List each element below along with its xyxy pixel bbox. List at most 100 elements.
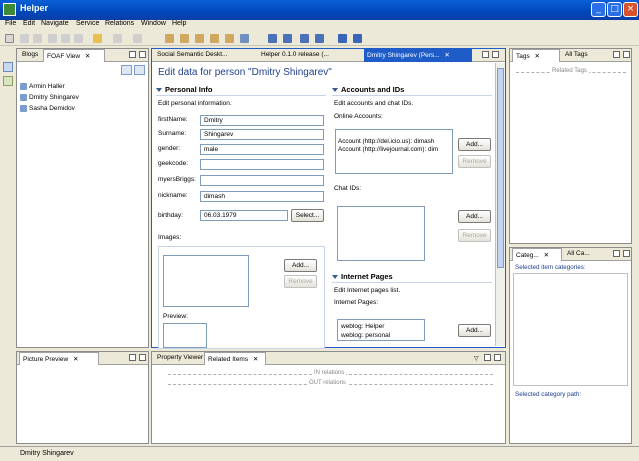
list-item[interactable]: weblog: personal — [341, 332, 390, 339]
minimize-icon[interactable] — [129, 51, 136, 58]
tab-all-categories[interactable]: All Ca... — [564, 248, 602, 261]
close-icon[interactable]: ✕ — [85, 53, 90, 60]
gender-field[interactable]: male — [200, 144, 324, 155]
tab-related-items[interactable]: Related Items ✕ — [204, 352, 266, 365]
tab-foaf-view[interactable]: FOAF View ✕ — [43, 49, 105, 62]
images-list[interactable] — [163, 255, 249, 307]
online-accounts-add-button[interactable]: Add... — [458, 138, 491, 151]
maximize-icon[interactable] — [139, 354, 146, 361]
list-item[interactable]: weblog: Helper — [341, 323, 384, 330]
tab-tags[interactable]: Tags ✕ — [512, 49, 560, 62]
menu-relations[interactable]: Relations — [105, 20, 134, 27]
cut-icon[interactable] — [48, 34, 57, 43]
tag-edit-icon[interactable] — [195, 34, 204, 43]
tag-remove-icon[interactable] — [210, 34, 219, 43]
save-icon[interactable] — [20, 34, 29, 43]
menu-service[interactable]: Service — [76, 20, 99, 27]
relation-view-icon[interactable] — [315, 34, 324, 43]
chat-ids-remove-button[interactable]: Remove — [458, 229, 491, 242]
maximize-button[interactable]: □ — [607, 2, 622, 17]
scrollbar-thumb[interactable] — [497, 68, 504, 268]
forward-icon[interactable] — [113, 34, 122, 43]
close-icon[interactable]: ✕ — [444, 52, 449, 59]
tab-blogs[interactable]: Blogs — [19, 49, 43, 62]
minimize-icon[interactable] — [613, 51, 620, 58]
perspective-icon[interactable] — [3, 62, 13, 72]
network-icon[interactable] — [353, 34, 362, 43]
save-all-icon[interactable] — [33, 34, 42, 43]
category-icon[interactable] — [240, 34, 249, 43]
tab-categories[interactable]: Categ... ✕ — [512, 248, 562, 261]
maximize-icon[interactable] — [494, 354, 501, 361]
nickname-field[interactable]: dimash — [200, 191, 324, 202]
menu-navigate[interactable]: Navigate — [41, 20, 69, 27]
maximize-icon[interactable] — [623, 250, 630, 257]
internet-pages-list[interactable]: weblog: Helper weblog: personal — [337, 319, 425, 341]
images-remove-button[interactable]: Remove — [284, 275, 317, 288]
minimize-icon[interactable] — [484, 354, 491, 361]
relation-icon[interactable] — [268, 34, 277, 43]
online-accounts-list[interactable]: Account (http://del.icio.us): dimash Acc… — [335, 129, 453, 174]
relation-remove-icon[interactable] — [300, 34, 309, 43]
maximize-icon[interactable] — [492, 51, 499, 58]
online-accounts-remove-button[interactable]: Remove — [458, 155, 491, 168]
personal-info-header[interactable]: Personal Info — [156, 85, 213, 94]
perspective-alt-icon[interactable] — [3, 76, 13, 86]
images-add-button[interactable]: Add... — [284, 259, 317, 272]
tab-picture-preview[interactable]: Picture Preview ✕ — [19, 352, 99, 365]
menu-file[interactable]: File — [5, 20, 16, 27]
sync-icon[interactable] — [338, 34, 347, 43]
tag-icon[interactable] — [165, 34, 174, 43]
tag-add-icon[interactable] — [180, 34, 189, 43]
new-icon[interactable] — [5, 34, 14, 43]
minimize-icon[interactable] — [482, 51, 489, 58]
tab-dmitry-shingarev[interactable]: Dmitry Shingarev (Pers... ✕ — [364, 49, 472, 62]
tab-all-tags[interactable]: All Tags — [562, 49, 602, 62]
birthday-field[interactable]: 06.03.1979 — [200, 210, 288, 221]
close-icon[interactable]: ✕ — [544, 252, 549, 259]
selected-categories-list[interactable] — [513, 273, 628, 386]
menu-help[interactable]: Help — [172, 20, 186, 27]
list-item[interactable]: Account (http://del.icio.us): dimash — [338, 138, 452, 145]
delete-icon[interactable] — [74, 34, 83, 43]
geekcode-field[interactable] — [200, 159, 324, 170]
tab-helper-release[interactable]: Helper 0.1.0 release (... — [258, 49, 362, 62]
relation-add-icon[interactable] — [283, 34, 292, 43]
internet-pages-header[interactable]: Internet Pages — [332, 272, 393, 281]
maximize-icon[interactable] — [139, 51, 146, 58]
list-item[interactable]: Armin Haller — [20, 83, 65, 90]
chat-ids-add-button[interactable]: Add... — [458, 210, 491, 223]
myersbriggs-field[interactable] — [200, 175, 324, 186]
minimize-icon[interactable] — [129, 354, 136, 361]
firstname-field[interactable]: Dmitry — [200, 115, 324, 126]
list-item[interactable]: Dmitry Shingarev — [20, 94, 79, 101]
surname-field[interactable]: Shingarev — [200, 129, 324, 140]
select-date-button[interactable]: Select... — [291, 209, 324, 222]
accounts-header[interactable]: Accounts and IDs — [332, 85, 404, 94]
editor-scrollbar[interactable] — [495, 63, 505, 346]
surname-label: Surname: — [158, 130, 187, 137]
maximize-icon[interactable] — [623, 51, 630, 58]
copy-icon[interactable] — [61, 34, 70, 43]
minimize-icon[interactable] — [613, 250, 620, 257]
internet-pages-add-button[interactable]: Add... — [458, 324, 491, 337]
close-icon[interactable]: ✕ — [73, 356, 78, 363]
menu-edit[interactable]: Edit — [23, 20, 35, 27]
menu-window[interactable]: Window — [141, 20, 166, 27]
tab-property-viewer[interactable]: Property Viewer — [154, 352, 204, 365]
collapse-icon[interactable] — [121, 65, 132, 75]
view-menu-icon[interactable] — [134, 65, 145, 75]
person-name: Sasha Demidov — [29, 105, 75, 113]
list-item[interactable]: Sasha Demidov — [20, 105, 75, 112]
minimize-button[interactable]: _ — [591, 2, 606, 17]
close-icon[interactable]: ✕ — [535, 53, 540, 60]
close-icon[interactable]: ✕ — [253, 356, 258, 363]
close-button[interactable]: × — [623, 2, 638, 17]
back-icon[interactable] — [93, 34, 102, 43]
view-menu-icon[interactable]: ▽ — [474, 355, 479, 362]
chat-ids-list[interactable] — [337, 206, 425, 261]
tab-social-semantic-desktop[interactable]: Social Semantic Deskt... — [154, 49, 256, 62]
filter-icon[interactable] — [133, 34, 142, 43]
tag-list-icon[interactable] — [225, 34, 234, 43]
list-item[interactable]: Account (http://livejournal.com): dim — [338, 146, 452, 153]
